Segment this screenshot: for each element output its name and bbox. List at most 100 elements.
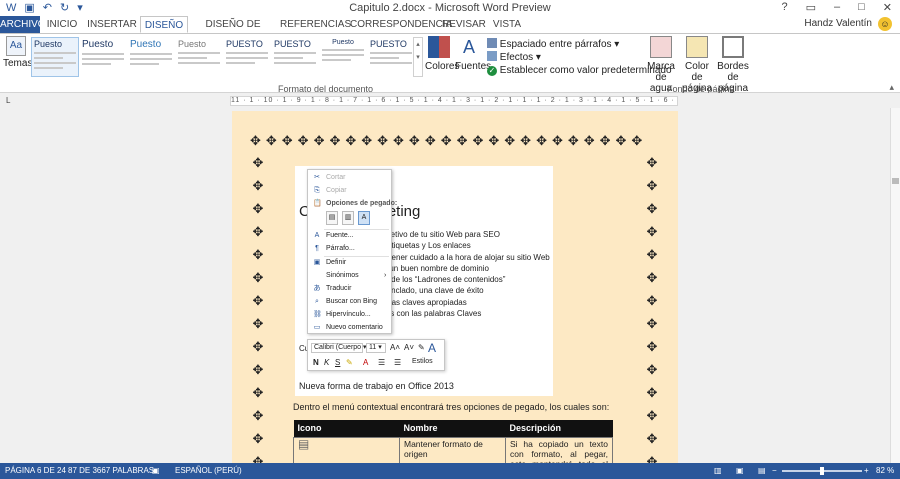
tab-referencias[interactable]: REFERENCIAS xyxy=(280,16,351,33)
table-cell: Mantener formato de origen xyxy=(399,436,506,463)
web-layout-icon[interactable]: ▤ xyxy=(758,463,766,479)
ribbon-display-button[interactable]: ▭ xyxy=(806,1,816,14)
menu-cortar[interactable]: ✂ Cortar xyxy=(314,174,345,181)
menu-opciones-pegado: 📋 Opciones de pegado: xyxy=(313,200,397,207)
font-icon: A xyxy=(314,232,320,239)
zoom-in-icon[interactable]: + xyxy=(864,463,869,479)
paste-text-only-icon[interactable]: A xyxy=(358,211,370,225)
paste-keep-source-icon: ▤ xyxy=(298,436,310,451)
colores-label: Colores xyxy=(425,61,460,72)
scroll-thumb[interactable] xyxy=(892,178,899,184)
zoom-slider-thumb[interactable] xyxy=(820,467,824,475)
font-name-box[interactable]: Calibri (Cuerpo ▾ xyxy=(311,343,367,353)
temas-button[interactable]: Aa Temas xyxy=(3,36,33,69)
body-paragraph: Dentro el menú contextual encontrará tre… xyxy=(293,402,610,412)
menu-traducir[interactable]: あ Traducir xyxy=(314,285,352,292)
tab-diseno[interactable]: DISEÑO xyxy=(140,16,188,33)
style-set-item[interactable]: Puesto xyxy=(31,37,79,77)
copy-icon: ⎘ xyxy=(314,187,320,194)
font-size-box[interactable]: 11 ▾ xyxy=(366,343,386,353)
style-set-item[interactable]: Puesto xyxy=(175,37,223,77)
menu-label: Nuevo comentario xyxy=(326,324,383,331)
doc-list: objetivo de tu sitio Web para SEO s Etiq… xyxy=(380,229,550,319)
tab-diseno-pagina[interactable]: DISEÑO DE PÁGINA xyxy=(192,16,274,47)
style-set-item[interactable]: PUESTO xyxy=(223,37,271,77)
page-count[interactable]: PÁGINA 6 DE 24 xyxy=(5,463,66,479)
menu-parrafo[interactable]: ¶ Párrafo... xyxy=(315,245,355,252)
tab-revisar[interactable]: REVISAR xyxy=(442,16,486,33)
language-indicator[interactable]: ESPAÑOL (PERÚ) xyxy=(175,463,242,479)
page-color-icon xyxy=(686,36,708,58)
styles-icon[interactable]: A xyxy=(428,341,436,355)
vertical-scrollbar[interactable] xyxy=(890,108,900,463)
collapse-ribbon-icon[interactable]: ▴ xyxy=(889,82,894,93)
paste-keep-source-icon[interactable]: ▤ xyxy=(326,211,338,225)
menu-label: Copiar xyxy=(326,187,347,194)
tab-insertar[interactable]: INSERTAR xyxy=(86,16,138,33)
smiley-feedback-icon[interactable]: ☺ xyxy=(878,17,892,31)
word-count[interactable]: 87 DE 3667 PALABRAS xyxy=(68,463,154,479)
grow-font-icon[interactable]: A˄ xyxy=(390,343,400,352)
menu-copiar[interactable]: ⎘ Copiar xyxy=(314,187,347,194)
list-item: abras claves apropiadas xyxy=(380,297,467,307)
page-border-right: ✥ ✥ ✥ ✥ ✥ ✥ ✥ ✥ ✥ ✥ ✥ ✥ ✥ ✥ xyxy=(646,155,658,463)
tab-selector[interactable]: L xyxy=(6,96,10,105)
numbering-icon[interactable]: ☰ xyxy=(394,358,401,367)
style-set-item[interactable]: Puesto xyxy=(79,37,127,77)
font-name-value: Calibri (Cuerpo xyxy=(314,344,362,351)
shrink-font-icon[interactable]: A˅ xyxy=(404,343,414,352)
tab-archivo[interactable]: ARCHIVO xyxy=(0,16,46,33)
menu-fuente[interactable]: A Fuente... xyxy=(315,232,354,239)
style-set-title: Puesto xyxy=(178,39,207,49)
menu-nuevo-comentario[interactable]: ▭ Nuevo comentario xyxy=(314,324,383,331)
style-set-item[interactable]: Puesto xyxy=(319,37,367,77)
context-menu: ✂ Cortar ⎘ Copiar 📋 Opciones de pegado: ▤ ▥… xyxy=(307,169,397,334)
style-set-title: PUESTO xyxy=(274,39,311,49)
style-set-item[interactable]: PUESTO xyxy=(271,37,319,77)
help-button[interactable]: ? xyxy=(781,1,787,14)
close-button[interactable]: ✕ xyxy=(883,1,892,14)
horizontal-ruler[interactable]: 11 · 1 · 10 · 1 · 9 · 1 · 8 · 1 · 7 · 1 … xyxy=(230,96,678,106)
read-mode-icon[interactable]: ▥ xyxy=(714,463,722,479)
temas-label: Temas xyxy=(3,58,33,69)
minimize-button[interactable]: – xyxy=(834,1,840,14)
tab-inicio[interactable]: INICIO xyxy=(44,16,80,33)
maximize-button[interactable]: □ xyxy=(858,1,865,14)
ribbon: Aa Temas Puesto Puesto Puesto Puesto PUE… xyxy=(0,33,900,94)
proofing-icon[interactable]: ▣ xyxy=(152,463,160,479)
menu-sinonimos[interactable]: Sinónimos › xyxy=(326,272,386,279)
tab-correspondencia[interactable]: CORRESPONDENCIA xyxy=(350,16,452,33)
paste-options-table: Icono Nombre Descripción ▤ Mantener form… xyxy=(293,420,613,463)
italic-icon[interactable]: K xyxy=(324,358,329,367)
bold-icon[interactable]: N xyxy=(313,358,319,367)
list-item: ra tener cuidado a la hora de alojar su … xyxy=(380,252,550,262)
list-item: objetivo de tu sitio Web para SEO xyxy=(380,230,500,239)
menu-buscar-bing[interactable]: ⌕ Buscar con Bing xyxy=(315,298,377,305)
print-layout-icon[interactable]: ▣ xyxy=(736,463,744,479)
list-item: ra un buen nombre de dominio xyxy=(380,263,489,273)
gallery-scroll[interactable]: ▴ ▾ xyxy=(413,37,423,77)
page-border-top: ✥✥✥✥✥✥✥✥✥✥✥✥✥✥✥✥✥✥✥✥✥✥✥✥✥ xyxy=(250,133,648,148)
checkmark-icon: ✓ xyxy=(487,66,497,76)
espaciado-label: Espaciado entre párrafos xyxy=(499,39,612,50)
format-painter-icon[interactable]: ✎ xyxy=(418,343,425,352)
fuentes-button[interactable]: A Fuentes xyxy=(455,36,491,72)
font-color-icon[interactable]: A xyxy=(363,358,368,367)
document-page[interactable]: ✥✥✥✥✥✥✥✥✥✥✥✥✥✥✥✥✥✥✥✥✥✥✥✥✥ ✥ ✥ ✥ ✥ ✥ ✥ ✥ ✥ ✥ ✥ ✥ ✥ ✥ ✥… xyxy=(232,111,678,463)
style-set-item[interactable]: Puesto xyxy=(127,37,175,77)
style-set-title: PUESTO xyxy=(226,39,263,49)
tab-vista[interactable]: VISTA xyxy=(490,16,524,33)
menu-definir[interactable]: ▣ Definir xyxy=(314,259,347,266)
fonts-icon: A xyxy=(462,37,475,57)
colores-button[interactable]: Colores xyxy=(425,36,460,72)
paste-merge-format-icon[interactable]: ▥ xyxy=(342,211,354,225)
estilos-label[interactable]: Estilos xyxy=(412,358,433,365)
highlight-icon[interactable]: ✎ xyxy=(346,358,353,367)
menu-hipervinculo[interactable]: ⛓ Hipervínculo... xyxy=(313,311,371,318)
underline-icon[interactable]: S xyxy=(335,358,340,367)
style-set-item[interactable]: PUESTO xyxy=(367,37,415,77)
zoom-level[interactable]: 82 % xyxy=(876,463,894,479)
bullets-icon[interactable]: ☰ xyxy=(378,358,385,367)
user-name[interactable]: Handz Valentín xyxy=(804,18,872,29)
zoom-out-icon[interactable]: − xyxy=(772,463,777,479)
